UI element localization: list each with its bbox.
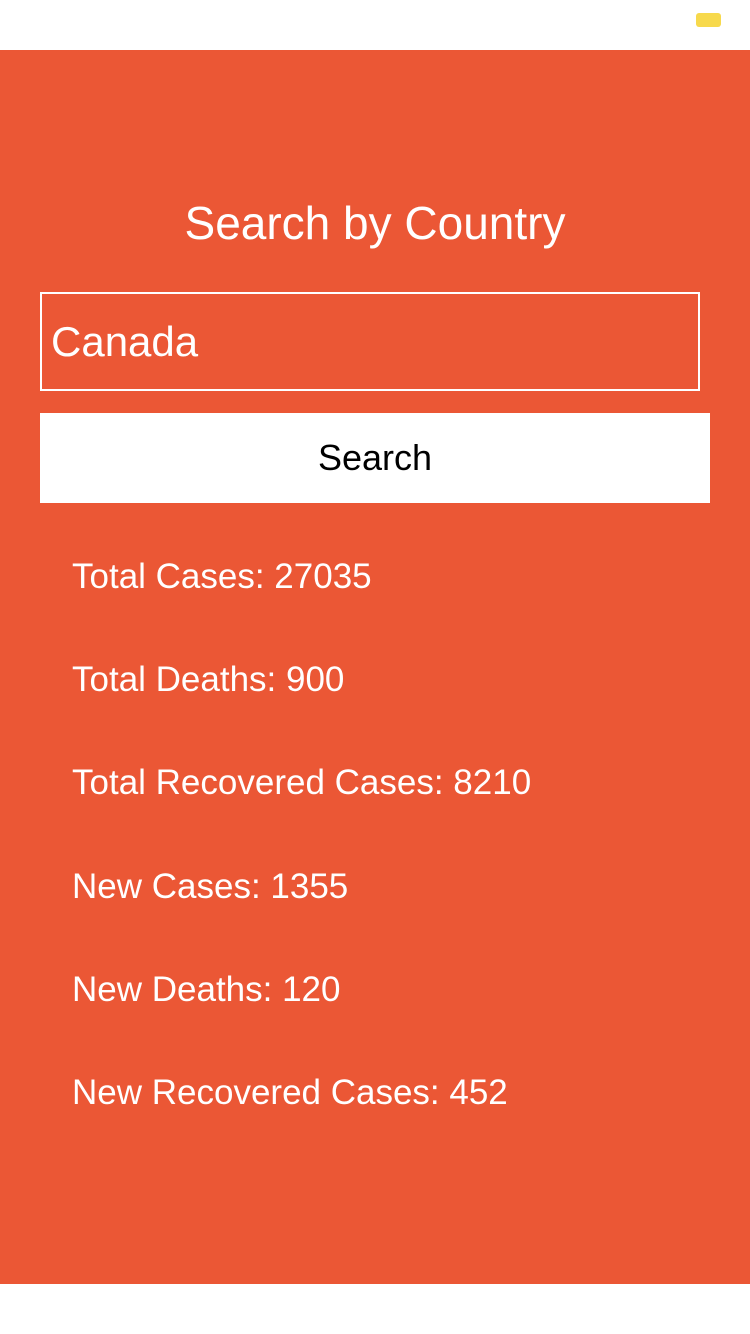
country-search-input[interactable] [40,292,700,391]
total-cases-stat: Total Cases: 27035 [72,557,372,596]
new-cases-stat: New Cases: 1355 [72,867,349,906]
battery-icon [696,13,721,27]
status-bar [0,0,750,50]
new-recovered-stat: New Recovered Cases: 452 [72,1073,508,1112]
main-panel: Search by Country Search Total Cases: 27… [0,50,750,1284]
total-deaths-stat: Total Deaths: 900 [72,660,345,699]
search-button[interactable]: Search [40,413,710,503]
bottom-area [0,1284,750,1334]
new-deaths-stat: New Deaths: 120 [72,970,341,1009]
total-recovered-stat: Total Recovered Cases: 8210 [72,763,532,802]
page-title: Search by Country [184,197,566,249]
